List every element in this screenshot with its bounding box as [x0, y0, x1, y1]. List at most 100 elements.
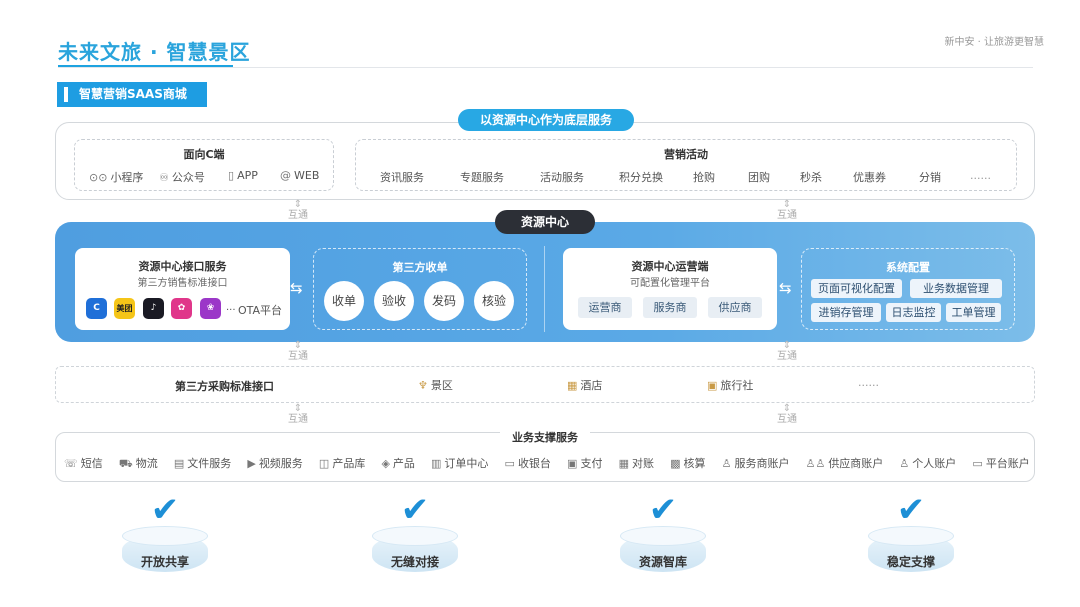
section-tag: 智慧营销SAAS商城	[57, 82, 207, 107]
support-item: ♙♙ 供应商账户	[805, 457, 884, 470]
personal-account-icon: ♙	[899, 457, 910, 470]
support-item: ▩ 核算	[670, 457, 706, 470]
video-icon: ▶	[247, 457, 256, 470]
pillar-open-sharing: ✔ 开放共享	[122, 490, 208, 582]
operations-role: 运营商	[578, 297, 632, 318]
check-icon: ✔	[648, 490, 678, 530]
support-item: ♙ 个人账户	[899, 457, 957, 470]
interconnect-arrow: ⇕ 互通	[777, 199, 797, 221]
ota-ellipsis: ...	[226, 302, 236, 313]
pillar-label: 开放共享	[140, 555, 189, 569]
support-title: 业务支撑服务	[512, 431, 578, 444]
marketing-item: 分销	[919, 171, 941, 184]
system-config-title: 系统配置	[886, 261, 930, 274]
marketing-title: 营销活动	[664, 148, 708, 161]
config-item: 工单管理	[946, 303, 1001, 322]
product-library-icon: ◫	[318, 457, 330, 470]
collect-step: 发码	[424, 281, 464, 321]
supplier-account-icon: ♙♙	[805, 457, 826, 470]
marketing-item: 抢购	[693, 171, 715, 184]
c-end-title: 面向C端	[183, 148, 225, 161]
accounting-icon: ▩	[670, 457, 681, 470]
marketing-item: 团购	[748, 171, 770, 184]
support-item: ▭ 收银台	[504, 457, 551, 470]
ota-logo-pink: ✿	[171, 298, 192, 319]
procurement-item: ▦ 酒店	[567, 379, 603, 392]
interconnect-arrow: ⇕ 互通	[288, 199, 308, 221]
payment-icon: ▣	[567, 457, 578, 470]
operations-role: 服务商	[643, 297, 697, 318]
support-item: ☏ 短信	[64, 457, 103, 470]
support-item: ▥ 订单中心	[431, 457, 489, 470]
procurement-item: ▣ 旅行社	[707, 379, 754, 392]
check-icon: ✔	[150, 490, 180, 530]
c-end-item: ♾ 公众号	[159, 171, 205, 184]
pillar-label: 稳定支撑	[886, 555, 935, 569]
support-item: ⛟ 物流	[118, 457, 158, 470]
exchange-icon: ⇆	[290, 279, 303, 297]
pillar-resource-think-tank: ✔ 资源智库	[620, 490, 706, 582]
check-icon: ✔	[896, 490, 926, 530]
pillar-seamless-docking: ✔ 无缝对接	[372, 490, 458, 582]
ota-platform-label: OTA平台	[238, 304, 283, 317]
procurement-item: ♆ 景区	[418, 379, 453, 392]
collect-step: 验收	[374, 281, 414, 321]
procurement-ellipsis: ......	[858, 376, 879, 389]
config-item: 业务数据管理	[910, 279, 1002, 298]
douyin-logo: ♪	[143, 298, 164, 319]
exchange-icon: ⇆	[779, 279, 792, 297]
file-icon: ▤	[173, 457, 185, 470]
collect-step: 核验	[474, 281, 514, 321]
support-item: ◈ 产品	[381, 457, 415, 470]
support-item: ▦ 对账	[618, 457, 654, 470]
provider-account-icon: ♙	[721, 457, 732, 470]
base-service-pill: 以资源中心作为底层服务	[458, 109, 634, 131]
procurement-title: 第三方采购标准接口	[175, 380, 274, 393]
pillar-label: 无缝对接	[390, 555, 439, 569]
marketing-item: 专题服务	[460, 171, 504, 184]
marketing-item: ......	[970, 169, 991, 182]
mini-program-icon: ⊙⊙	[89, 171, 108, 184]
support-item: ▤ 文件服务	[173, 457, 232, 470]
marketing-item: 优惠券	[853, 171, 886, 184]
interconnect-arrow: ⇕ 互通	[288, 403, 308, 425]
operations-role: 供应商	[708, 297, 762, 318]
ctrip-logo: C	[86, 298, 107, 319]
operations-subtitle: 可配置化管理平台	[630, 278, 710, 289]
section-tag-label: 智慧营销SAAS商城	[79, 87, 187, 101]
collect-step: 收单	[324, 281, 364, 321]
pillar-label: 资源智库	[638, 555, 687, 569]
interconnect-arrow: ⇕ 互通	[288, 340, 308, 362]
at-icon: @	[280, 169, 291, 182]
support-item: ◫ 产品库	[318, 457, 366, 470]
third-party-collect-title: 第三方收单	[392, 261, 448, 274]
check-icon: ✔	[400, 490, 430, 530]
meituan-logo: 美团	[114, 298, 135, 319]
pedestal-top	[620, 526, 706, 546]
ota-logo-purple: ❀	[200, 298, 221, 319]
c-end-item: ⊙⊙ 小程序	[89, 171, 144, 184]
tagline: 新中安 · 让旅游更智慧	[944, 37, 1044, 48]
marketing-item: 活动服务	[540, 171, 584, 184]
config-item: 日志监控	[886, 303, 941, 322]
pedestal-top	[372, 526, 458, 546]
interface-service-title: 资源中心接口服务	[138, 260, 227, 273]
resource-center-pill: 资源中心	[495, 210, 595, 234]
marketing-item: 资讯服务	[380, 171, 424, 184]
scenic-icon: ♆	[418, 379, 428, 392]
support-item: ▶ 视频服务	[247, 457, 303, 470]
travel-agency-icon: ▣	[707, 379, 718, 392]
marketing-item: 积分兑换	[619, 171, 663, 184]
phone-icon: ▯	[228, 169, 235, 182]
title-divider	[58, 67, 1033, 68]
cashier-icon: ▭	[504, 457, 515, 470]
c-end-item: @ WEB	[280, 169, 320, 182]
hotel-icon: ▦	[567, 379, 578, 392]
sms-icon: ☏	[64, 457, 78, 470]
interconnect-arrow: ⇕ 互通	[777, 403, 797, 425]
reconcile-icon: ▦	[618, 457, 629, 470]
c-end-item: ▯ APP	[228, 169, 258, 182]
product-icon: ◈	[381, 457, 390, 470]
platform-account-icon: ▭	[972, 457, 983, 470]
page-title: 未来文旅 · 智慧景区	[58, 40, 251, 64]
